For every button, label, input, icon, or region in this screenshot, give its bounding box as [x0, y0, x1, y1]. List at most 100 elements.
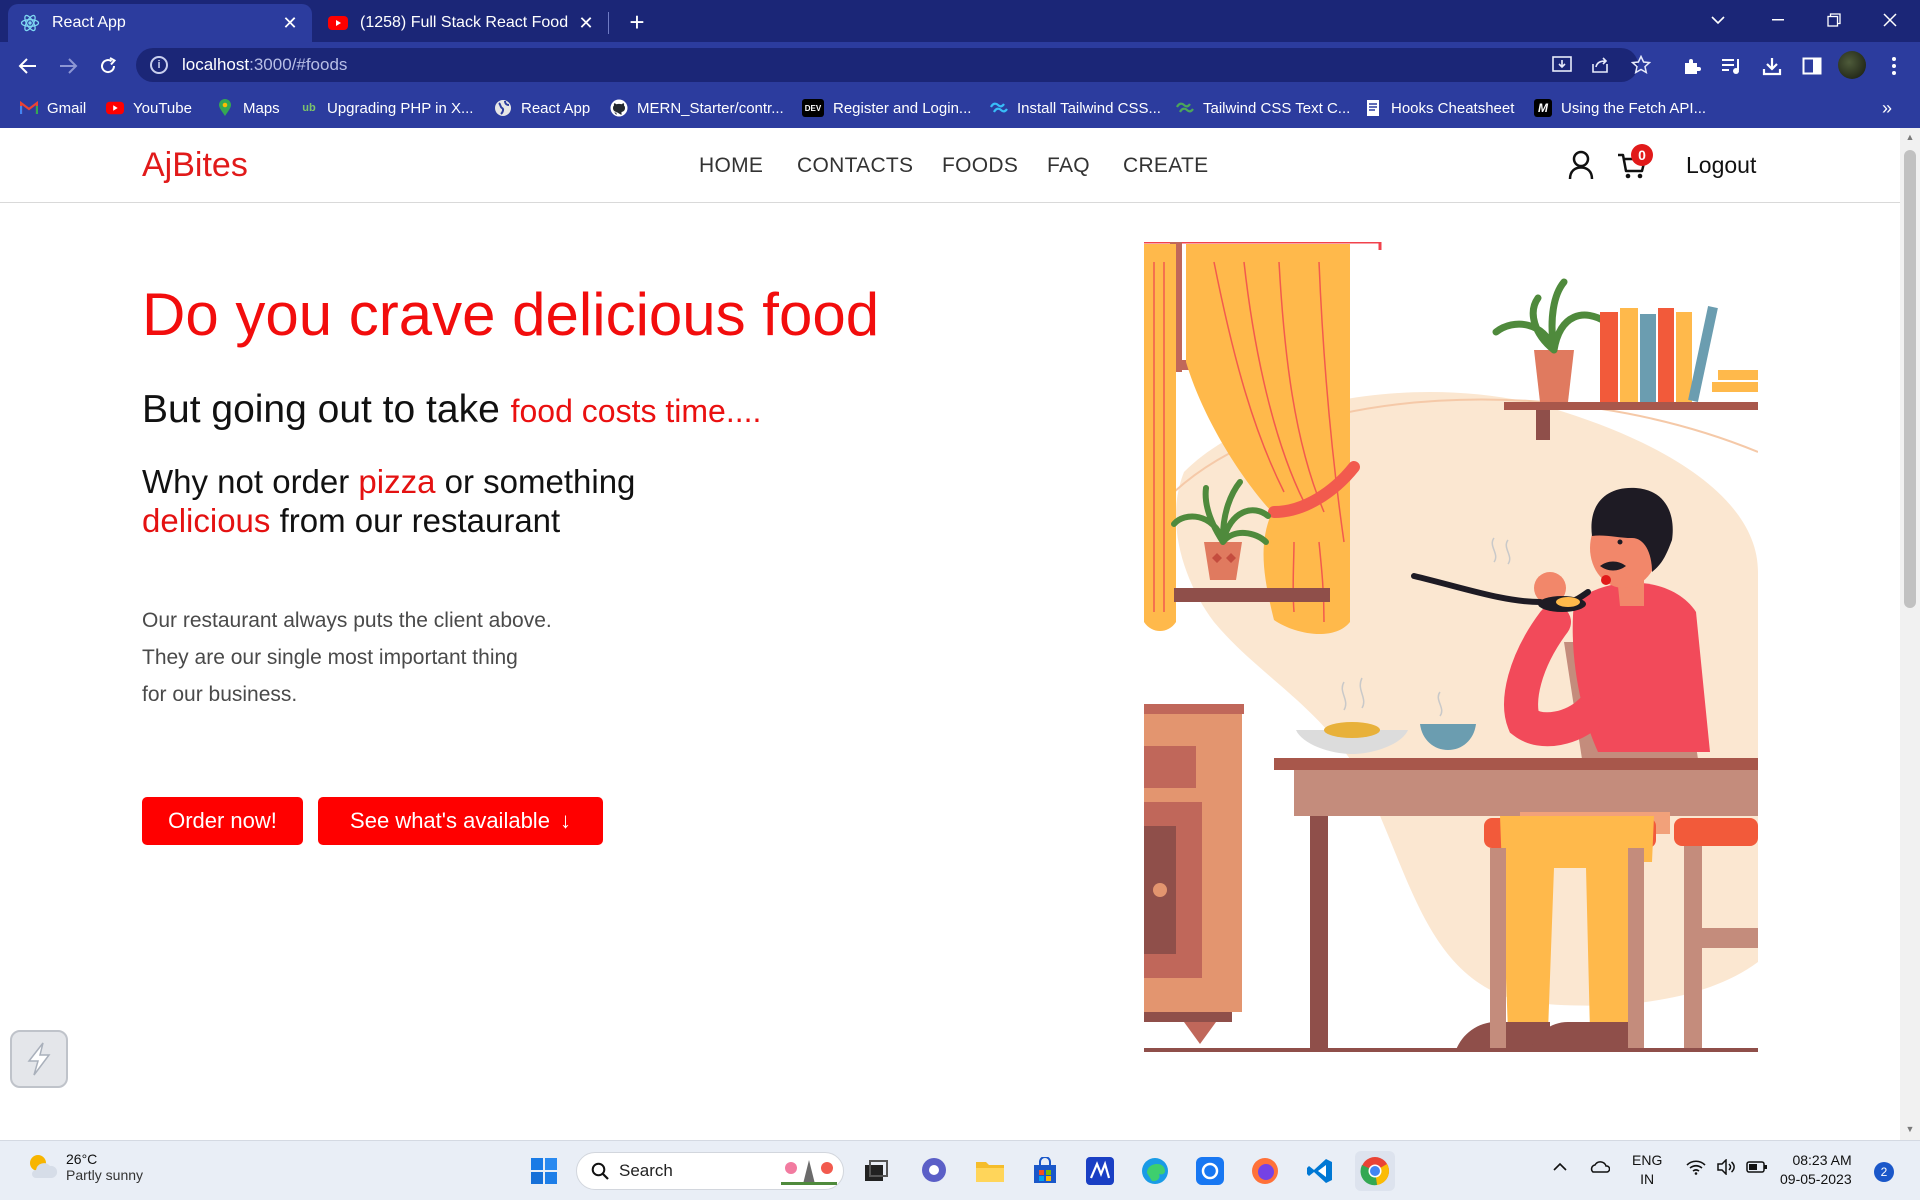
downloads-icon[interactable]	[1756, 50, 1788, 82]
side-panel-icon[interactable]	[1796, 50, 1828, 82]
wifi-icon[interactable]	[1686, 1159, 1706, 1178]
bookmarks-overflow-icon[interactable]: »	[1882, 96, 1892, 120]
file-explorer-icon[interactable]	[970, 1151, 1010, 1191]
bookmark-label: Maps	[243, 99, 280, 117]
close-tab-icon[interactable]: ✕	[280, 13, 300, 33]
why-text: or something	[435, 463, 636, 500]
editor-app-icon[interactable]	[1080, 1151, 1120, 1191]
bookmark-upgrading-php[interactable]: ub Upgrading PHP in X...	[300, 96, 473, 120]
bookmark-label: Gmail	[47, 99, 87, 117]
table-apron	[1294, 770, 1758, 816]
notification-badge[interactable]: 2	[1874, 1162, 1894, 1182]
chrome-taskbar-icon[interactable]	[1355, 1151, 1395, 1191]
windows-start-icon[interactable]	[524, 1151, 564, 1191]
forward-icon[interactable]	[52, 50, 84, 82]
logout-link[interactable]: Logout	[1686, 152, 1756, 179]
book	[1676, 312, 1692, 402]
weather-widget[interactable]: 26°C Partly sunny	[26, 1151, 143, 1183]
task-view-icon[interactable]	[856, 1151, 896, 1191]
profile-avatar[interactable]	[1838, 51, 1866, 79]
weather-condition: Partly sunny	[66, 1167, 144, 1183]
language-indicator[interactable]: ENG IN	[1632, 1151, 1662, 1189]
window-sill	[1174, 588, 1330, 602]
floating-assistant-widget[interactable]	[10, 1030, 68, 1088]
nav-create[interactable]: CREATE	[1123, 154, 1208, 178]
edge-icon[interactable]	[1135, 1151, 1175, 1191]
nav-foods[interactable]: FOODS	[942, 154, 1018, 178]
bookmark-register-login[interactable]: DEV Register and Login...	[802, 96, 971, 120]
see-available-label: See what's available	[350, 808, 550, 833]
taskbar-search[interactable]: Search	[576, 1152, 844, 1190]
reload-icon[interactable]	[92, 50, 124, 82]
restore-icon[interactable]	[1806, 0, 1862, 40]
chrome-menu-icon[interactable]	[1878, 50, 1910, 82]
globe-icon	[494, 99, 512, 117]
region-code: IN	[1640, 1171, 1655, 1187]
clock-date: 09-05-2023	[1780, 1171, 1852, 1187]
taskbar-clock[interactable]: 08:23 AM 09-05-2023	[1780, 1151, 1852, 1189]
spoon-food	[1556, 597, 1580, 607]
bookmark-label: Register and Login...	[833, 99, 972, 117]
teams-chat-icon[interactable]	[914, 1151, 954, 1191]
vscode-icon[interactable]	[1300, 1151, 1340, 1191]
page-scrollbar[interactable]: ▲ ▼	[1900, 128, 1920, 1140]
minimize-icon[interactable]	[1750, 0, 1806, 40]
tab-title: React App	[52, 14, 126, 31]
tab-youtube-video[interactable]: (1258) Full Stack React Food Orde ✕	[316, 4, 608, 42]
tab-react-app[interactable]: React App ✕	[8, 4, 312, 42]
close-window-icon[interactable]	[1862, 0, 1918, 40]
close-tab-icon[interactable]: ✕	[576, 13, 596, 33]
bookmark-react-app[interactable]: React App	[494, 96, 590, 120]
bookmark-mern-starter[interactable]: MERN_Starter/contr...	[610, 96, 784, 120]
bookmark-star-icon[interactable]	[1624, 48, 1658, 82]
chair-leg	[1628, 848, 1644, 1050]
back-icon[interactable]	[12, 50, 44, 82]
nav-faq[interactable]: FAQ	[1047, 154, 1090, 178]
table-top	[1274, 758, 1758, 770]
scroll-down-icon[interactable]: ▼	[1904, 1124, 1916, 1134]
description-line: for our business.	[142, 683, 298, 706]
nav-home[interactable]: HOME	[699, 154, 763, 178]
show-hidden-icons[interactable]	[1552, 1159, 1568, 1175]
order-now-button[interactable]: Order now!	[142, 797, 303, 845]
book	[1600, 312, 1618, 402]
bookmark-fetch-api[interactable]: M Using the Fetch API...	[1534, 96, 1706, 120]
extensions-icon[interactable]	[1676, 50, 1708, 82]
stacked-book	[1712, 382, 1758, 392]
site-logo[interactable]: AjBites	[142, 146, 248, 185]
cart-count-badge: 0	[1631, 144, 1653, 166]
order-now-label: Order now!	[168, 808, 277, 833]
youtube-icon	[328, 13, 348, 33]
see-available-button[interactable]: See what's available ↓	[318, 797, 603, 845]
user-icon[interactable]	[1567, 150, 1595, 180]
tab-separator	[608, 12, 609, 34]
scrollbar-thumb[interactable]	[1904, 150, 1916, 608]
bookmark-youtube[interactable]: YouTube	[106, 96, 192, 120]
scroll-up-icon[interactable]: ▲	[1904, 132, 1916, 142]
cabinet-leg	[1184, 1022, 1216, 1044]
nav-contacts[interactable]: CONTACTS	[797, 154, 913, 178]
address-bar[interactable]: i localhost:3000/#foods	[136, 48, 1638, 82]
volume-icon[interactable]	[1716, 1158, 1736, 1178]
media-controls-icon[interactable]	[1716, 50, 1748, 82]
firefox-icon[interactable]	[1245, 1151, 1285, 1191]
bookmark-maps[interactable]: Maps	[216, 96, 280, 120]
bookmark-tailwind-text[interactable]: Tailwind CSS Text C...	[1176, 96, 1350, 120]
battery-icon[interactable]	[1746, 1160, 1768, 1177]
onedrive-icon[interactable]	[1588, 1159, 1611, 1176]
tab-search-icon[interactable]	[1690, 0, 1746, 40]
share-icon[interactable]	[1584, 48, 1618, 82]
install-app-icon[interactable]	[1545, 48, 1579, 82]
site-info-icon[interactable]: i	[150, 56, 168, 74]
bookmark-hooks-cheatsheet[interactable]: Hooks Cheatsheet	[1364, 96, 1514, 120]
new-tab-icon[interactable]: +	[622, 8, 652, 38]
bookmark-gmail[interactable]: Gmail	[20, 96, 86, 120]
github-icon	[610, 99, 628, 117]
tailwind-green-icon	[1176, 99, 1194, 117]
microsoft-store-icon[interactable]	[1025, 1151, 1065, 1191]
why-highlight-pizza: pizza	[358, 463, 436, 500]
cabinet-top	[1144, 704, 1244, 714]
blue-app-icon[interactable]	[1190, 1151, 1230, 1191]
shelf-bracket	[1536, 410, 1550, 440]
bookmark-install-tailwind[interactable]: Install Tailwind CSS...	[990, 96, 1161, 120]
